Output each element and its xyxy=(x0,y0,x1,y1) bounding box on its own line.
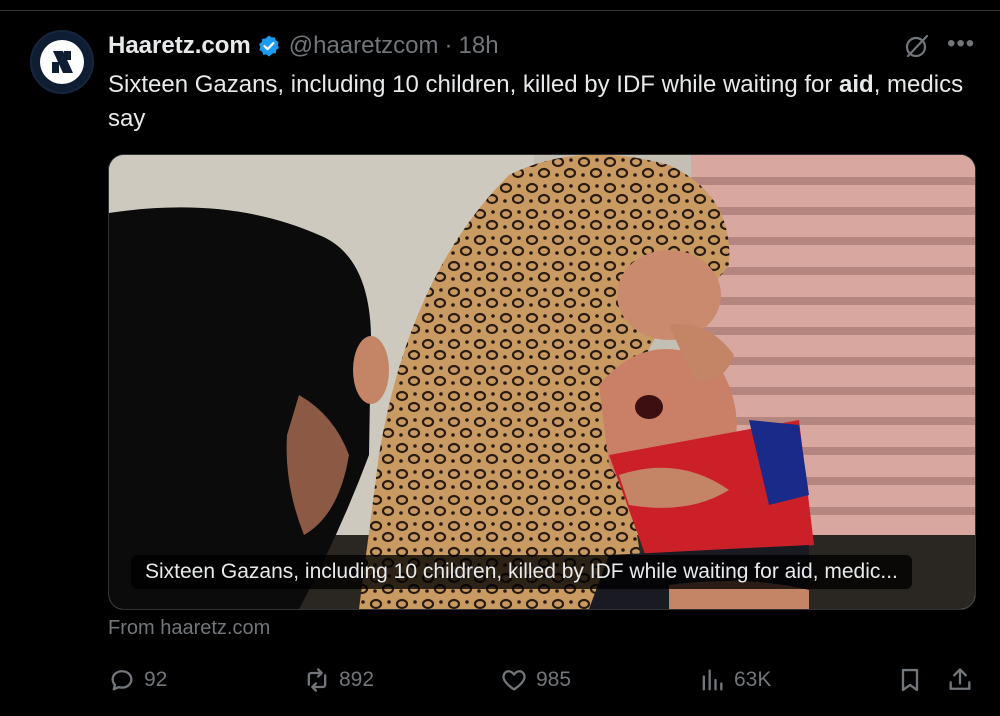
tweet-text-bold: aid xyxy=(839,71,874,98)
grok-icon[interactable] xyxy=(903,32,931,60)
like-count: 985 xyxy=(536,668,572,691)
like-button[interactable]: 985 xyxy=(500,666,571,694)
haaretz-logo-icon xyxy=(40,40,84,84)
author-name[interactable]: Haaretz.com xyxy=(108,32,251,60)
repost-button[interactable]: 892 xyxy=(303,666,374,694)
more-options-icon[interactable]: ••• xyxy=(947,30,975,58)
link-card[interactable]: Sixteen Gazans, including 10 children, k… xyxy=(108,154,976,610)
tweet-text-part: Sixteen Gazans, including 10 children, k… xyxy=(108,71,840,98)
author-handle[interactable]: @haaretzcom xyxy=(289,32,439,60)
repost-count: 892 xyxy=(339,668,375,691)
separator-dot: · xyxy=(444,32,453,59)
source-link[interactable]: From haaretz.com xyxy=(108,617,270,640)
avatar[interactable] xyxy=(30,30,94,94)
verified-badge-icon xyxy=(258,35,279,57)
view-count: 63K xyxy=(734,668,772,691)
reply-button[interactable]: 92 xyxy=(108,666,167,694)
bookmark-button[interactable] xyxy=(896,666,932,694)
top-divider xyxy=(0,0,1000,11)
share-icon xyxy=(949,668,971,690)
analytics-icon xyxy=(702,669,723,691)
views-button[interactable]: 63K xyxy=(698,666,771,694)
reply-count: 92 xyxy=(144,668,168,691)
card-caption: Sixteen Gazans, including 10 children, k… xyxy=(131,555,912,589)
heart-icon xyxy=(502,670,526,691)
timestamp[interactable]: 18h xyxy=(459,32,499,60)
bookmark-icon xyxy=(901,668,919,692)
card-photo xyxy=(109,155,975,609)
reply-icon xyxy=(111,670,133,691)
tweet-header: Haaretz.com @haaretzcom · 18h xyxy=(108,30,499,62)
repost-icon xyxy=(307,668,327,692)
action-bar: 92 892 985 63K xyxy=(108,666,974,698)
tweet-text: Sixteen Gazans, including 10 children, k… xyxy=(108,68,968,136)
share-button[interactable] xyxy=(946,666,982,694)
